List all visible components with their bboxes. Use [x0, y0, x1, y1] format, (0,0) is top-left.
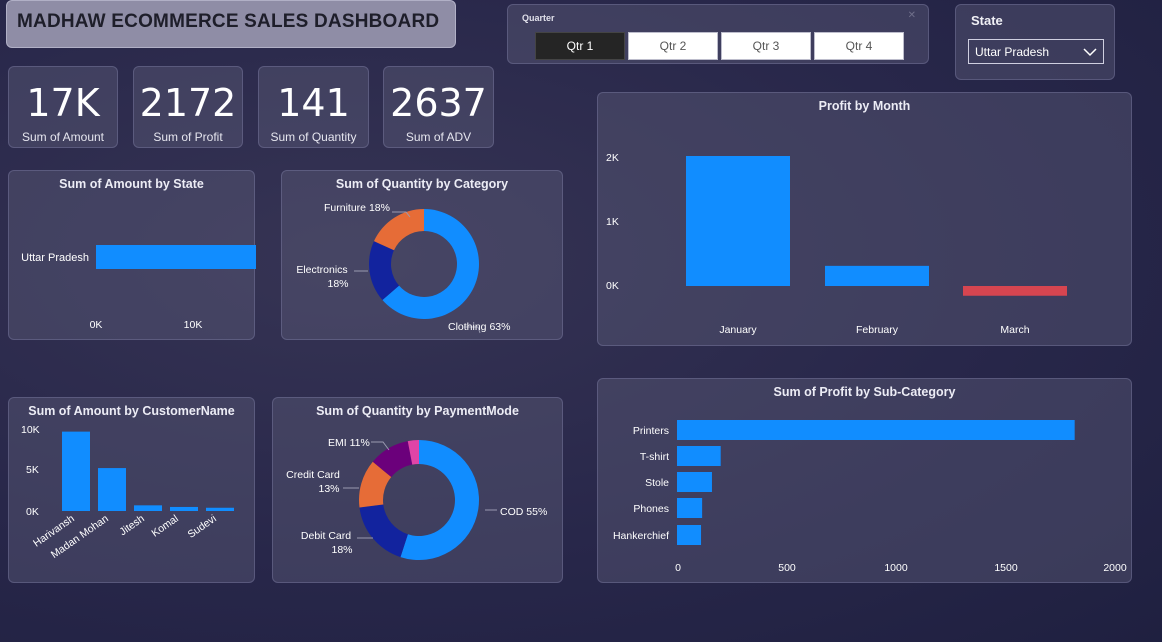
bar[interactable]: [62, 431, 90, 511]
quarter-option-qtr3[interactable]: Qtr 3: [721, 32, 811, 60]
slice-value-label: 13%: [318, 483, 339, 495]
quantity-by-category-visual[interactable]: Sum of Quantity by Category Furniture 18…: [281, 170, 563, 340]
amount-by-customer-visual[interactable]: Sum of Amount by CustomerName 10K 5K 0K …: [8, 397, 255, 583]
x-tick-label: March: [1000, 324, 1029, 336]
x-tick-label: Sudevi: [186, 513, 219, 541]
bar[interactable]: [677, 498, 703, 518]
chevron-down-icon: [1083, 48, 1097, 57]
y-tick-label: 0K: [26, 506, 39, 518]
slice-label: Clothing 63%: [448, 321, 510, 333]
quarter-close-icon: ✕: [907, 10, 916, 21]
amount-by-customer-chart: 10K 5K 0K Harivansh Madan Mohan Jitesh K…: [21, 424, 234, 561]
bar[interactable]: [677, 472, 712, 492]
slice-value-label: 18%: [327, 278, 348, 290]
kpi-value: 2172: [139, 81, 237, 125]
category-label: Uttar Pradesh: [21, 252, 89, 264]
quarter-slicer: Quarter ✕ Qtr 1 Qtr 2 Qtr 3 Qtr 4: [507, 4, 929, 64]
amount-by-state-visual[interactable]: Sum of Amount by State Uttar Pradesh 0K …: [8, 170, 256, 340]
bar[interactable]: [686, 156, 790, 286]
bar[interactable]: [170, 506, 198, 511]
category-label: Phones: [633, 503, 669, 515]
kpi-value: 17K: [26, 81, 100, 125]
bar[interactable]: [96, 245, 256, 269]
y-tick-label: 0K: [606, 280, 619, 292]
state-dropdown-value: Uttar Pradesh: [975, 45, 1050, 59]
bar[interactable]: [134, 505, 162, 511]
x-tick-label: Komal: [149, 513, 180, 540]
donut-slice[interactable]: [359, 504, 408, 558]
x-tick-label: 1000: [884, 562, 908, 574]
y-tick-label: 2K: [606, 152, 619, 164]
bar[interactable]: [677, 525, 702, 545]
state-dropdown[interactable]: Uttar Pradesh: [968, 39, 1104, 64]
profit-by-subcategory-chart: Printers T-shirt Stole Phones Hankerchie…: [613, 420, 1127, 574]
dashboard-title-box: MADHAW ECOMMERCE SALES DASHBOARD: [6, 0, 456, 48]
slice-value-label: 18%: [331, 544, 352, 556]
bar[interactable]: [677, 420, 1075, 440]
kpi-sum-of-adv: 2637 Sum of ADV: [383, 66, 494, 148]
profit-by-subcategory-visual[interactable]: Sum of Profit by Sub-Category Printers T…: [597, 378, 1132, 583]
quarter-option-qtr1[interactable]: Qtr 1: [535, 32, 625, 60]
kpi-label: Sum of ADV: [405, 130, 472, 144]
bar[interactable]: [963, 286, 1067, 296]
quarter-option-qtr4[interactable]: Qtr 4: [814, 32, 904, 60]
dashboard-title: MADHAW ECOMMERCE SALES DASHBOARD: [17, 11, 440, 32]
x-tick-label: January: [719, 324, 757, 336]
category-label: T-shirt: [640, 451, 669, 463]
amount-by-state-chart: Uttar Pradesh 0K 10K: [21, 245, 256, 331]
donut-slice[interactable]: [373, 209, 424, 251]
slice-label: COD 55%: [500, 506, 547, 518]
quantity-by-paymentmode-visual[interactable]: Sum of Quantity by PaymentMode EMI 11% C…: [272, 397, 563, 583]
bar[interactable]: [677, 446, 721, 466]
slice-label: Credit Card: [286, 469, 340, 481]
quantity-by-paymentmode-chart: EMI 11% Credit Card 13% Debit Card 18% C…: [286, 437, 547, 560]
slice-label: Debit Card: [301, 530, 351, 542]
x-tick-label: 10K: [184, 319, 203, 331]
category-label: Hankerchief: [613, 530, 669, 542]
profit-by-month-visual[interactable]: Profit by Month 2K 1K 0K January Februar…: [597, 92, 1132, 346]
kpi-value: 141: [277, 81, 350, 125]
slice-label: Furniture 18%: [324, 202, 390, 214]
quarter-slicer-label: Quarter: [522, 13, 555, 23]
bar[interactable]: [206, 507, 234, 511]
kpi-label: Sum of Quantity: [270, 130, 357, 144]
y-tick-label: 10K: [21, 424, 40, 436]
x-tick-label: 500: [778, 562, 796, 574]
x-tick-label: 1500: [994, 562, 1018, 574]
slice-label: Electronics: [296, 264, 347, 276]
x-tick-label: 2000: [1103, 562, 1127, 574]
profit-by-month-chart: 2K 1K 0K January February March: [606, 152, 1067, 336]
category-label: Printers: [633, 425, 669, 437]
y-tick-label: 1K: [606, 216, 619, 228]
category-label: Stole: [645, 477, 669, 489]
x-tick-label: Jitesh: [117, 513, 146, 539]
bar[interactable]: [98, 468, 126, 511]
quantity-by-category-chart: Furniture 18% Electronics 18% Clothing 6…: [296, 202, 510, 334]
quarter-option-qtr2[interactable]: Qtr 2: [628, 32, 718, 60]
state-slicer: State Uttar Pradesh: [955, 4, 1115, 80]
kpi-label: Sum of Profit: [153, 130, 223, 144]
kpi-sum-of-quantity: 141 Sum of Quantity: [258, 66, 369, 148]
kpi-value: 2637: [390, 81, 487, 125]
bar[interactable]: [825, 265, 929, 286]
x-tick-label: 0: [675, 562, 681, 574]
y-tick-label: 5K: [26, 464, 39, 476]
kpi-label: Sum of Amount: [21, 130, 105, 144]
kpi-sum-of-profit: 2172 Sum of Profit: [133, 66, 243, 148]
x-tick-label: 0K: [90, 319, 103, 331]
state-slicer-label: State: [971, 13, 1003, 28]
slice-label: EMI 11%: [328, 437, 370, 449]
kpi-sum-of-amount: 17K Sum of Amount: [8, 66, 118, 148]
x-tick-label: February: [856, 324, 899, 336]
